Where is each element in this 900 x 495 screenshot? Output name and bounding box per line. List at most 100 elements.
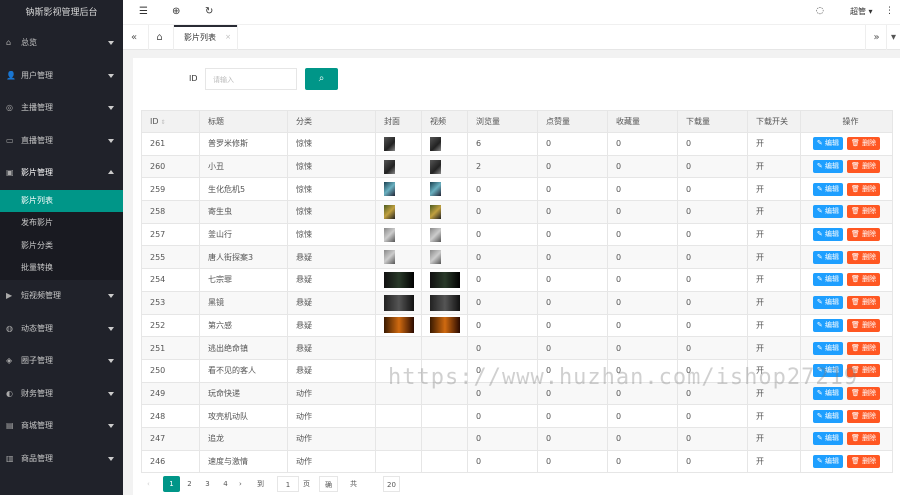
actions-cell: ✎ 编辑 🗑 删除 xyxy=(800,245,893,270)
edit-button[interactable]: ✎ 编辑 xyxy=(812,409,843,423)
video-thumbnail[interactable] xyxy=(430,182,441,197)
prev-page-icon[interactable]: ‹ xyxy=(147,476,150,492)
page-button-3[interactable]: 3 xyxy=(199,476,216,492)
video-thumbnail[interactable] xyxy=(430,271,460,288)
delete-button[interactable]: 🗑 删除 xyxy=(846,250,881,264)
cover-thumbnail[interactable] xyxy=(384,294,414,311)
edit-button[interactable]: ✎ 编辑 xyxy=(812,318,843,332)
next-page-icon[interactable]: › xyxy=(239,476,242,492)
delete-button[interactable]: 🗑 删除 xyxy=(846,137,881,151)
delete-button[interactable]: 🗑 删除 xyxy=(846,182,881,196)
edit-button[interactable]: ✎ 编辑 xyxy=(812,228,843,242)
delete-button[interactable]: 🗑 删除 xyxy=(846,432,881,446)
sidebar-item-8[interactable]: ◐ 财务管理 xyxy=(0,378,123,411)
sidebar-item-7[interactable]: ◈ 圈子管理 xyxy=(0,345,123,378)
column-header[interactable]: ID ⇕ xyxy=(141,110,200,133)
delete-button[interactable]: 🗑 删除 xyxy=(846,454,881,468)
submenu-item-0[interactable]: 影片列表 xyxy=(0,189,123,213)
submenu-item-2[interactable]: 影片分类 xyxy=(0,235,123,258)
edit-button[interactable]: ✎ 编辑 xyxy=(812,273,843,287)
edit-button[interactable]: ✎ 编辑 xyxy=(812,182,843,196)
sidebar-item-6[interactable]: ◍ 动态管理 xyxy=(0,313,123,346)
goto-confirm-button[interactable]: 确定 xyxy=(319,476,338,492)
edit-button[interactable]: ✎ 编辑 xyxy=(812,137,843,151)
sidebar-item-1[interactable]: 👤 用户管理 xyxy=(0,60,123,93)
cover-thumbnail[interactable] xyxy=(384,271,414,288)
delete-button[interactable]: 🗑 删除 xyxy=(846,160,881,174)
tabs-right-icon[interactable]: » xyxy=(865,25,887,50)
video-thumbnail[interactable] xyxy=(430,136,441,151)
page-button-2[interactable]: 2 xyxy=(181,476,198,492)
edit-button[interactable]: ✎ 编辑 xyxy=(812,160,843,174)
refresh-icon[interactable]: ↻ xyxy=(205,6,213,17)
submenu-item-1[interactable]: 发布影片 xyxy=(0,212,123,235)
tab-close-icon[interactable]: × xyxy=(225,25,231,50)
page-button-4[interactable]: 4 xyxy=(217,476,234,492)
sidebar-item-0[interactable]: ⌂ 总览 xyxy=(0,27,123,60)
sidebar-item-9[interactable]: ▤ 商城管理 xyxy=(0,410,123,443)
submenu-item-3[interactable]: 批量转换 xyxy=(0,257,123,280)
user-menu[interactable]: 超管 ▾ xyxy=(850,6,873,17)
cover-cell xyxy=(375,313,422,338)
table-cell: 0 xyxy=(677,426,748,451)
column-header-label: 下载开关 xyxy=(756,117,788,126)
video-thumbnail[interactable] xyxy=(430,159,441,174)
goto-page-input[interactable]: 1 xyxy=(277,476,299,492)
page-button-1[interactable]: 1 xyxy=(163,476,180,492)
table-cell: 260 xyxy=(141,154,200,179)
tabs-menu-icon[interactable]: ▾ xyxy=(886,25,900,50)
delete-button[interactable]: 🗑 删除 xyxy=(846,205,881,219)
table-cell: 开 xyxy=(747,313,801,338)
sidebar-item-label: 影片管理 xyxy=(21,168,53,178)
theme-icon[interactable]: ◌ xyxy=(816,6,824,16)
chevron-icon xyxy=(108,41,114,45)
table-cell: 0 xyxy=(607,200,678,224)
search-button[interactable]: ⌕ xyxy=(305,68,338,90)
delete-button[interactable]: 🗑 删除 xyxy=(846,318,881,332)
sidebar-item-4[interactable]: ▣ 影片管理 xyxy=(0,157,123,190)
cover-thumbnail[interactable] xyxy=(384,182,395,197)
cover-thumbnail[interactable] xyxy=(384,204,395,219)
sidebar-item-3[interactable]: ▭ 直播管理 xyxy=(0,125,123,158)
video-cell xyxy=(421,222,468,247)
globe-icon[interactable]: ⊕ xyxy=(172,6,180,17)
page-size-select[interactable]: 20 条/页 ▾ xyxy=(383,476,401,492)
table-cell: 0 xyxy=(607,449,678,474)
delete-button[interactable]: 🗑 删除 xyxy=(846,341,881,355)
edit-button[interactable]: ✎ 编辑 xyxy=(812,250,843,264)
edit-button[interactable]: ✎ 编辑 xyxy=(812,341,843,355)
video-thumbnail[interactable] xyxy=(430,294,460,311)
search-input[interactable]: 请输入 xyxy=(205,68,297,90)
delete-button[interactable]: 🗑 删除 xyxy=(846,228,881,242)
video-thumbnail[interactable] xyxy=(430,227,441,242)
sidebar-item-10[interactable]: ▥ 商品管理 xyxy=(0,443,123,476)
table-cell: 0 xyxy=(677,268,748,292)
shop-icon: ▤ xyxy=(6,421,14,431)
video-thumbnail[interactable] xyxy=(430,317,460,334)
home-tab-icon[interactable]: ⌂ xyxy=(148,25,170,50)
cover-thumbnail[interactable] xyxy=(384,250,395,265)
cover-thumbnail[interactable] xyxy=(384,317,414,334)
edit-button[interactable]: ✎ 编辑 xyxy=(812,296,843,310)
column-header-label: 浏览量 xyxy=(476,117,500,126)
edit-button[interactable]: ✎ 编辑 xyxy=(812,205,843,219)
delete-button[interactable]: 🗑 删除 xyxy=(846,409,881,423)
menu-toggle-icon[interactable]: ☰ xyxy=(139,6,148,17)
delete-button[interactable]: 🗑 删除 xyxy=(846,273,881,287)
sort-icon[interactable]: ⇕ xyxy=(161,119,166,126)
table-cell: 开 xyxy=(747,177,801,202)
sidebar-item-5[interactable]: ▶ 短视频管理 xyxy=(0,280,123,313)
edit-button[interactable]: ✎ 编辑 xyxy=(812,454,843,468)
delete-button[interactable]: 🗑 删除 xyxy=(846,296,881,310)
sidebar: 钠斯影视管理后台 ⌂ 总览 👤 用户管理 ◎ 主播管理 ▭ 直播管理 ▣ 影片管理 影片列表 发布影片… xyxy=(0,0,123,495)
tabs-left-icon[interactable]: « xyxy=(123,25,145,50)
video-thumbnail[interactable] xyxy=(430,250,441,265)
cover-thumbnail[interactable] xyxy=(384,159,395,174)
cover-thumbnail[interactable] xyxy=(384,136,395,151)
video-thumbnail[interactable] xyxy=(430,204,441,219)
sidebar-item-2[interactable]: ◎ 主播管理 xyxy=(0,92,123,125)
tab-film-list[interactable]: 影片列表 × xyxy=(173,25,238,50)
cover-thumbnail[interactable] xyxy=(384,227,395,242)
more-icon[interactable]: ⋮ xyxy=(885,6,894,16)
edit-button[interactable]: ✎ 编辑 xyxy=(812,432,843,446)
